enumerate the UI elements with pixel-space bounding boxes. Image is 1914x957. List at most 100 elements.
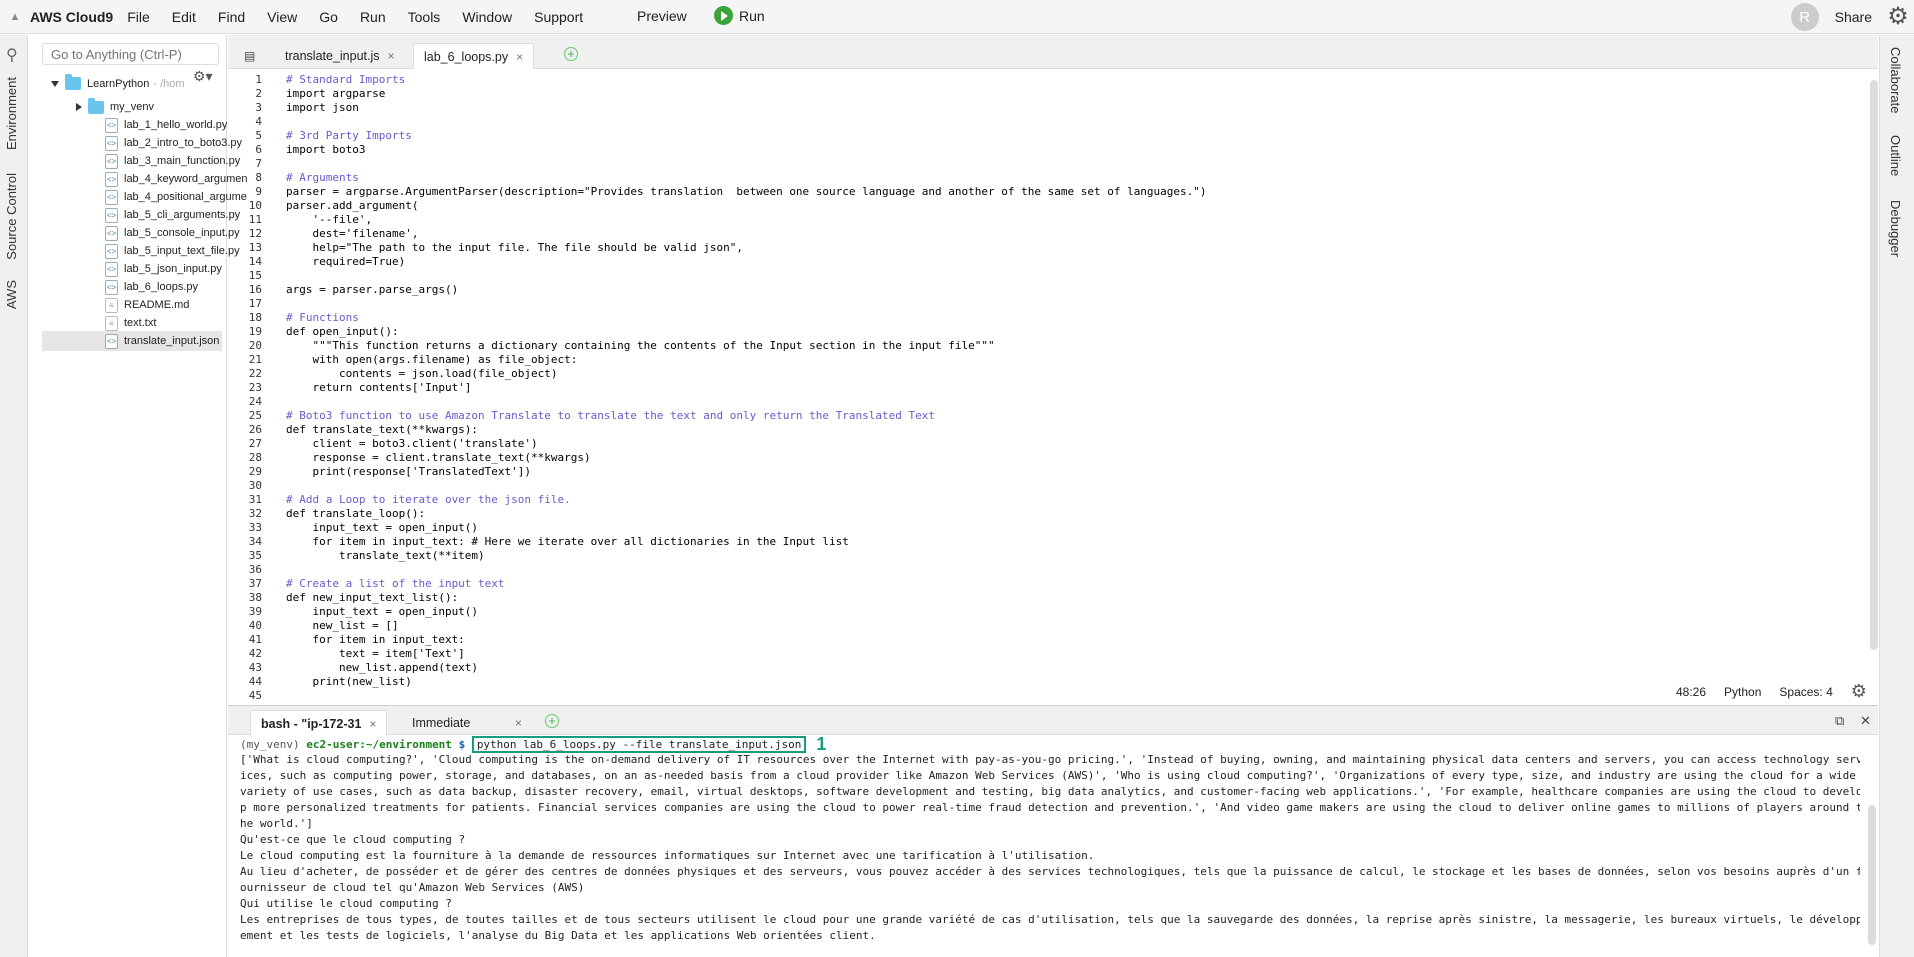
python-file-icon: <>	[105, 243, 118, 259]
code-line: dest='filename',	[286, 227, 419, 240]
code-line: for item in input_text:	[286, 633, 465, 646]
editor-status-bar: 48:26 Python Spaces: 4 ⚙	[1676, 681, 1867, 702]
file-name: translate_input.json	[124, 335, 220, 347]
tree-file[interactable]: ≡ README.md	[42, 295, 222, 315]
cursor-position[interactable]: 48:26	[1676, 685, 1706, 699]
prompt-symbol: $	[458, 738, 466, 751]
file-name: text.txt	[124, 317, 157, 329]
tab-debugger[interactable]: Debugger	[1888, 200, 1903, 257]
tree-file[interactable]: ≡ text.txt	[42, 313, 222, 333]
language-mode[interactable]: Python	[1724, 685, 1761, 699]
code-line: # 3rd Party Imports	[286, 129, 412, 142]
tree-settings-gear-icon[interactable]: ⚙▾	[193, 68, 213, 85]
tree-file[interactable]: <> lab_1_hello_world.py	[42, 115, 227, 135]
terminal-output-line: ices, such as computing power, storage, …	[240, 769, 1856, 782]
tab-lab-6-loops[interactable]: lab_6_loops.py ×	[413, 43, 535, 69]
tab-immediate[interactable]: Immediate ×	[402, 710, 532, 736]
line-number: 28	[248, 451, 262, 464]
tree-file-selected[interactable]: <> translate_input.json	[42, 331, 222, 351]
tree-file[interactable]: <> lab_4_positional_argume	[42, 187, 247, 207]
tree-file[interactable]: <> lab_5_json_input.py	[42, 259, 222, 279]
terminal-output-line: p more personalized treatments for patie…	[240, 801, 1860, 814]
menu-view[interactable]: View	[267, 9, 297, 25]
line-number: 17	[248, 297, 262, 310]
close-panel-icon[interactable]: ✕	[1860, 713, 1871, 729]
line-number: 29	[248, 465, 262, 478]
terminal-output-line: Le cloud computing est la fourniture à l…	[240, 849, 1095, 862]
tab-bash[interactable]: bash - "ip-172-31 ×	[250, 710, 388, 736]
tree-file[interactable]: <> lab_6_loops.py	[42, 277, 222, 297]
tab-aws[interactable]: AWS	[4, 280, 19, 309]
tab-source-control[interactable]: Source Control	[4, 173, 19, 260]
avatar[interactable]: R	[1790, 3, 1819, 31]
tree-file[interactable]: <> lab_5_input_text_file.py	[42, 241, 240, 261]
tree-folder-my-venv[interactable]: my_venv	[42, 97, 222, 117]
line-number: 22	[248, 367, 262, 380]
code-line: text = item['Text']	[286, 647, 465, 660]
tree-file[interactable]: <> lab_5_cli_arguments.py	[42, 205, 240, 225]
menu-edit[interactable]: Edit	[172, 9, 196, 25]
new-terminal-plus-icon[interactable]: +	[545, 714, 559, 728]
app-brand[interactable]: AWS Cloud9	[30, 9, 113, 25]
terminal-pane: bash - "ip-172-31 × Immediate × + ⧉ ✕ (m…	[228, 705, 1878, 957]
menu-find[interactable]: Find	[218, 9, 245, 25]
run-button[interactable]: Run	[714, 6, 765, 25]
tree-file[interactable]: <> lab_2_intro_to_boto3.py	[42, 133, 242, 153]
line-number: 5	[255, 129, 262, 142]
prompt-venv: (my_venv)	[240, 738, 300, 751]
menu-run[interactable]: Run	[360, 9, 386, 25]
preview-button[interactable]: Preview	[637, 8, 687, 24]
line-number: 31	[248, 493, 262, 506]
file-name: lab_1_hello_world.py	[124, 119, 228, 131]
preferences-gear-icon[interactable]: ⚙	[1884, 3, 1912, 31]
code-line: parser.add_argument(	[286, 199, 419, 212]
file-name: lab_5_json_input.py	[124, 263, 222, 275]
menu-file[interactable]: File	[127, 9, 150, 25]
indent-setting[interactable]: Spaces: 4	[1779, 685, 1832, 699]
tab-environment[interactable]: Environment	[4, 77, 19, 150]
menu-tools[interactable]: Tools	[408, 9, 441, 25]
share-button[interactable]: Share	[1835, 9, 1872, 25]
terminal-scrollbar[interactable]	[1868, 805, 1876, 945]
python-file-icon: <>	[105, 153, 118, 169]
tree-file[interactable]: <> lab_4_keyword_argumen	[42, 169, 248, 189]
file-name: lab_5_cli_arguments.py	[124, 209, 241, 221]
code-line: # Standard Imports	[286, 73, 406, 86]
document-file-icon: ≡	[105, 297, 118, 313]
tree-file[interactable]: <> lab_3_main_function.py	[42, 151, 240, 171]
code-line: def translate_loop():	[286, 507, 426, 520]
tab-translate-input[interactable]: translate_input.js ×	[275, 43, 405, 69]
close-icon[interactable]: ×	[369, 717, 376, 731]
terminal-output[interactable]: (my_venv) ec2-user:~/environment $ pytho…	[240, 736, 1860, 956]
editor-scrollbar[interactable]	[1870, 80, 1878, 650]
tab-outline[interactable]: Outline	[1888, 135, 1903, 176]
maximize-icon[interactable]: ⧉	[1835, 713, 1844, 729]
editor-settings-gear-icon[interactable]: ⚙	[1851, 681, 1867, 702]
tab-collaborate[interactable]: Collaborate	[1888, 47, 1903, 114]
menu-go[interactable]: Go	[319, 9, 338, 25]
close-icon[interactable]: ×	[388, 49, 395, 63]
terminal-command: python lab_6_loops.py --file translate_i…	[471, 736, 807, 753]
code-line: translate_text(**item)	[286, 549, 485, 562]
tree-root-folder[interactable]: LearnPython - /hom	[51, 74, 185, 90]
menu-support[interactable]: Support	[534, 9, 583, 25]
line-number: 32	[248, 507, 262, 520]
close-icon[interactable]: ×	[515, 716, 522, 730]
root-folder-path: - /hom	[153, 77, 185, 90]
folder-name: my_venv	[110, 101, 155, 113]
code-editor[interactable]: # Standard Imports import argparse import …	[286, 73, 1866, 703]
menu-window[interactable]: Window	[462, 9, 512, 25]
new-tab-plus-icon[interactable]: +	[564, 47, 578, 61]
goto-anything-input[interactable]	[42, 43, 219, 65]
search-icon[interactable]: ⚲	[6, 45, 18, 65]
close-icon[interactable]: ×	[516, 50, 523, 64]
code-line: contents = json.load(file_object)	[286, 367, 558, 380]
line-number: 45	[248, 689, 262, 702]
collapse-caret-icon[interactable]: ▲	[0, 11, 30, 23]
tree-file[interactable]: <> lab_5_console_input.py	[42, 223, 240, 243]
code-line: def open_input():	[286, 325, 399, 338]
toggle-tree-icon[interactable]: ▤	[244, 49, 255, 63]
tab-label: bash - "ip-172-31	[261, 716, 362, 731]
